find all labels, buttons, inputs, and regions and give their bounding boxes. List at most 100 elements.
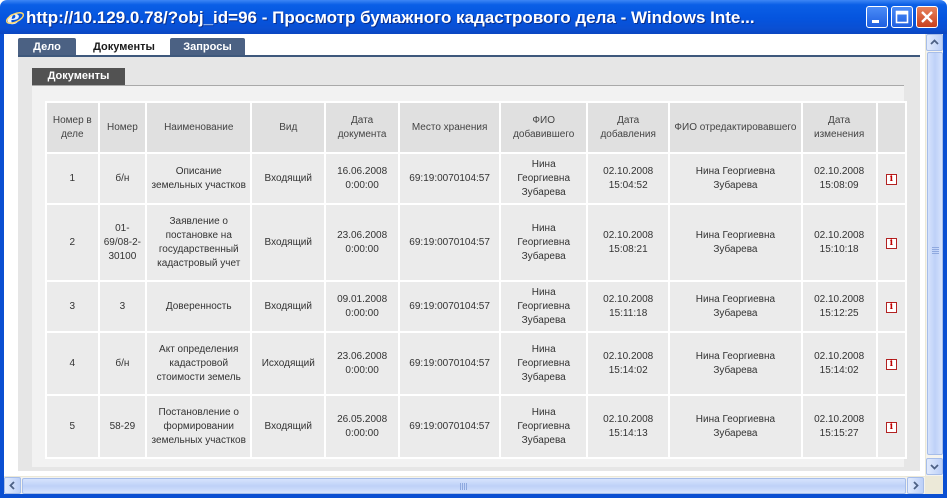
- cell-kind: Входящий: [252, 154, 325, 203]
- vertical-scroll-thumb[interactable]: [927, 52, 943, 455]
- col-header-storage: Место хранения: [400, 103, 500, 152]
- close-button[interactable]: [916, 6, 938, 28]
- scroll-right-button[interactable]: [907, 477, 924, 494]
- cell-edited-date: 02.10.2008 15:14:02: [802, 333, 876, 394]
- arrow-down-icon: [930, 464, 939, 470]
- page-content: Дело Документы Запросы Документы Номер в…: [4, 34, 925, 476]
- info-icon[interactable]: i: [885, 358, 897, 370]
- table-row: 4 б/н Акт определения кадастровой стоимо…: [47, 333, 905, 394]
- cell-number: 3: [99, 282, 146, 331]
- cell-added-date: 02.10.2008 15:14:02: [588, 333, 669, 394]
- arrow-up-icon: [930, 39, 939, 45]
- cell-storage: 69:19:0070104:57: [400, 154, 500, 203]
- cell-edited-date: 02.10.2008 15:10:18: [802, 205, 876, 280]
- section-tab-documents[interactable]: Документы: [32, 68, 125, 85]
- cell-doc-date: 16.06.2008 0:00:00: [326, 154, 399, 203]
- cell-name: Описание земельных участков: [147, 154, 251, 203]
- cell-kind: Входящий: [252, 205, 325, 280]
- cell-edited-date: 02.10.2008 15:08:09: [802, 154, 876, 203]
- cell-doc-date: 09.01.2008 0:00:00: [326, 282, 399, 331]
- col-header-kind: Вид: [252, 103, 325, 152]
- cell-edited-date: 02.10.2008 15:15:27: [802, 396, 876, 457]
- cell-doc-date: 23.06.2008 0:00:00: [326, 205, 399, 280]
- cell-num: 5: [47, 396, 98, 457]
- col-header-doc-date: Дата документа: [326, 103, 399, 152]
- cell-name: Доверенность: [147, 282, 251, 331]
- scroll-up-button[interactable]: [926, 34, 943, 51]
- cell-name: Акт определения кадастровой стоимости зе…: [147, 333, 251, 394]
- cell-added-by: Нина Георгиевна Зубарева: [501, 333, 587, 394]
- minimize-icon: [872, 20, 879, 23]
- horizontal-scroll-thumb[interactable]: [22, 478, 906, 494]
- info-icon[interactable]: i: [885, 421, 897, 433]
- horizontal-scrollbar[interactable]: [4, 476, 925, 494]
- cell-name: Заявление о постановке на государственны…: [147, 205, 251, 280]
- info-icon[interactable]: i: [885, 173, 897, 185]
- cell-storage: 69:19:0070104:57: [400, 333, 500, 394]
- table-row: 5 58-29 Постановление о формировании зем…: [47, 396, 905, 457]
- arrow-left-icon: [9, 481, 15, 490]
- grip-icon: [460, 483, 468, 490]
- cell-number: 01-69/08-2-30100: [99, 205, 146, 280]
- cell-added-date: 02.10.2008 15:14:13: [588, 396, 669, 457]
- cell-added-date: 02.10.2008 15:11:18: [588, 282, 669, 331]
- cell-added-date: 02.10.2008 15:08:21: [588, 205, 669, 280]
- cell-num: 2: [47, 205, 98, 280]
- cell-actions: i: [877, 154, 905, 203]
- col-header-added-date: Дата добавления: [588, 103, 669, 152]
- cell-num: 4: [47, 333, 98, 394]
- maximize-icon: [895, 10, 909, 24]
- cell-kind: Входящий: [252, 396, 325, 457]
- cell-number: б/н: [99, 154, 146, 203]
- cell-added-by: Нина Георгиевна Зубарева: [501, 396, 587, 457]
- cell-added-by: Нина Георгиевна Зубарева: [501, 282, 587, 331]
- table-header-row: Номер в деле Номер Наименование Вид Дата…: [47, 103, 905, 152]
- cell-actions: i: [877, 333, 905, 394]
- cell-kind: Исходящий: [252, 333, 325, 394]
- documents-table-container: Номер в деле Номер Наименование Вид Дата…: [32, 86, 907, 467]
- cell-edited-by: Нина Георгиевна Зубарева: [670, 154, 801, 203]
- cell-number: б/н: [99, 333, 146, 394]
- col-header-edited-by: ФИО отредактировавшего: [670, 103, 801, 152]
- col-header-edited-date: Дата изменения: [802, 103, 876, 152]
- documents-table: Номер в деле Номер Наименование Вид Дата…: [45, 101, 907, 459]
- vertical-scrollbar[interactable]: [925, 34, 943, 476]
- cell-actions: i: [877, 282, 905, 331]
- cell-added-by: Нина Георгиевна Зубарева: [501, 205, 587, 280]
- minimize-button[interactable]: [866, 6, 888, 28]
- cell-storage: 69:19:0070104:57: [400, 205, 500, 280]
- scroll-down-button[interactable]: [926, 458, 943, 475]
- table-row: 2 01-69/08-2-30100 Заявление о постановк…: [47, 205, 905, 280]
- documents-panel: Документы Номер в деле Номер Наименовани…: [18, 57, 920, 471]
- browser-viewport: Дело Документы Запросы Документы Номер в…: [4, 34, 943, 494]
- cell-number: 58-29: [99, 396, 146, 457]
- cell-edited-by: Нина Георгиевна Зубарева: [670, 333, 801, 394]
- info-icon[interactable]: i: [885, 237, 897, 249]
- cell-doc-date: 26.05.2008 0:00:00: [326, 396, 399, 457]
- cell-num: 1: [47, 154, 98, 203]
- cell-edited-by: Нина Георгиевна Зубарева: [670, 205, 801, 280]
- info-icon[interactable]: i: [885, 301, 897, 313]
- col-header-added-by: ФИО добавившего: [501, 103, 587, 152]
- tab-documents[interactable]: Документы: [80, 38, 168, 56]
- col-header-number: Номер: [99, 103, 146, 152]
- tab-requests[interactable]: Запросы: [170, 38, 245, 56]
- maximize-button[interactable]: [891, 6, 913, 28]
- cell-name: Постановление о формировании земельных у…: [147, 396, 251, 457]
- scrollbar-corner: [925, 476, 943, 494]
- title-bar[interactable]: e http://10.129.0.78/?obj_id=96 - Просмо…: [0, 0, 947, 34]
- cell-kind: Входящий: [252, 282, 325, 331]
- cell-actions: i: [877, 205, 905, 280]
- ie-icon: e: [5, 6, 25, 28]
- cell-edited-by: Нина Георгиевна Зубарева: [670, 396, 801, 457]
- cell-actions: i: [877, 396, 905, 457]
- table-row: 3 3 Доверенность Входящий 09.01.2008 0:0…: [47, 282, 905, 331]
- scroll-left-button[interactable]: [4, 477, 21, 494]
- cell-storage: 69:19:0070104:57: [400, 282, 500, 331]
- table-row: 1 б/н Описание земельных участков Входящ…: [47, 154, 905, 203]
- cell-edited-by: Нина Георгиевна Зубарева: [670, 282, 801, 331]
- tab-delo[interactable]: Дело: [18, 38, 76, 56]
- col-header-num: Номер в деле: [47, 103, 98, 152]
- window-title: http://10.129.0.78/?obj_id=96 - Просмотр…: [26, 8, 755, 27]
- cell-edited-date: 02.10.2008 15:12:25: [802, 282, 876, 331]
